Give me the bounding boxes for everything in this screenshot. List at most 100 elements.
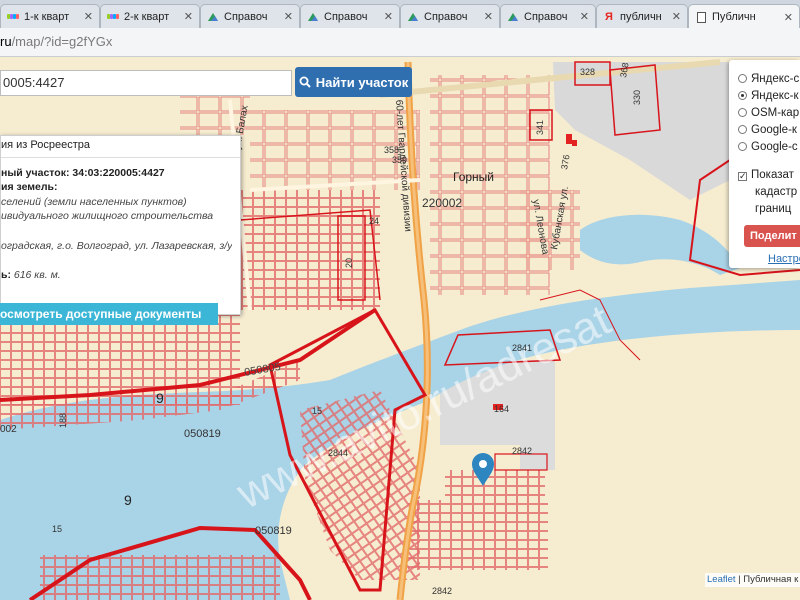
- spravochnik-icon: [307, 11, 319, 23]
- close-icon[interactable]: ✕: [284, 10, 293, 23]
- radio-button[interactable]: [738, 125, 747, 134]
- radio-button-selected[interactable]: [738, 91, 747, 100]
- place-label: Горный: [453, 170, 494, 184]
- show-cadastral-checkbox[interactable]: ✓ Показат: [738, 169, 794, 181]
- checkbox-checked-icon[interactable]: ✓: [738, 172, 747, 181]
- layer-label: Google-с: [751, 141, 798, 153]
- map-attribution: Leaflet | Публичная к: [705, 573, 800, 587]
- cadastral-number-value: 34:03:220005:4427: [72, 167, 165, 179]
- address-bar[interactable]: ru/map/?id=g2fYGx: [0, 28, 800, 57]
- browser-tab[interactable]: Я публичн ✕: [596, 4, 688, 28]
- parcel-number: 188: [58, 413, 68, 428]
- browser-tab[interactable]: 1-к кварт ✕: [0, 4, 100, 28]
- area-value: 616 кв. м.: [13, 269, 61, 281]
- browser-tab[interactable]: 2-к кварт ✕: [100, 4, 200, 28]
- parcel-number: 330: [632, 90, 642, 105]
- close-icon[interactable]: ✕: [672, 10, 681, 23]
- tab-title: Справоч: [224, 10, 268, 23]
- browser-tab[interactable]: Справоч ✕: [200, 4, 300, 28]
- layer-label: OSM-кар: [751, 107, 800, 119]
- close-icon[interactable]: ✕: [784, 11, 793, 24]
- radio-button[interactable]: [738, 74, 747, 83]
- tab-title: Справоч: [524, 10, 568, 23]
- parcel-block: [520, 190, 580, 270]
- layer-option-yandex-map[interactable]: Яндекс-к: [738, 90, 799, 102]
- parcel-number: 2844: [328, 448, 348, 458]
- url-domain: ru: [0, 34, 12, 49]
- find-plot-button-label: Найти участок: [315, 74, 409, 90]
- block-number: 050819: [184, 428, 221, 440]
- parcel-number: 15: [312, 406, 322, 416]
- browser-tab[interactable]: Справоч ✕: [300, 4, 400, 28]
- parcel-number: 9: [124, 492, 132, 508]
- parcel-block: [408, 500, 548, 570]
- layer-label: Яндекс-к: [751, 90, 799, 102]
- leaflet-link[interactable]: Leaflet: [707, 574, 736, 585]
- avito-icon: [7, 11, 19, 23]
- close-icon[interactable]: ✕: [184, 10, 193, 23]
- avito-icon: [107, 11, 119, 23]
- spravochnik-icon: [207, 11, 219, 23]
- layer-option-google-satellite[interactable]: Google-с: [738, 141, 798, 153]
- land-category-label: ия земель:: [1, 181, 58, 193]
- parcel-number: 24: [369, 216, 379, 226]
- url-path: /map/?id=g2fYGx: [11, 34, 113, 49]
- cadastral-number-row: ный участок: 34:03:220005:4427: [1, 167, 165, 179]
- find-plot-button[interactable]: Найти участок: [295, 67, 412, 97]
- layer-option-osm[interactable]: OSM-кар: [738, 107, 799, 119]
- layer-switcher-panel: Яндекс-с Яндекс-к OSM-кар Google-к Googl…: [729, 60, 800, 268]
- share-button[interactable]: Поделит: [744, 225, 800, 247]
- tab-title: Справоч: [424, 10, 468, 23]
- browser-tab-bar: 1-к кварт ✕ 2-к кварт ✕ Справоч ✕ Справо…: [0, 0, 800, 28]
- marker: [566, 134, 572, 144]
- parcel-block: [445, 470, 545, 500]
- tab-title: Справоч: [324, 10, 368, 23]
- permitted-use-value: ивидуального жилищного строительства: [1, 210, 214, 222]
- cadastral-number-input[interactable]: 0005:4427: [0, 70, 292, 96]
- url-text[interactable]: ru/map/?id=g2fYGx: [0, 32, 112, 52]
- layer-option-google-map[interactable]: Google-к: [738, 124, 797, 136]
- marker: [572, 140, 577, 146]
- close-icon[interactable]: ✕: [84, 10, 93, 23]
- parcel-number: 359: [392, 155, 407, 165]
- close-icon[interactable]: ✕: [384, 10, 393, 23]
- parcel-block: [40, 555, 280, 600]
- browser-tab[interactable]: Справоч ✕: [400, 4, 500, 28]
- parcel-number: 2841: [512, 343, 532, 353]
- popup-title: ия из Росреестра: [1, 136, 240, 158]
- rosreestr-info-popup: ия из Росреестра ный участок: 34:03:2200…: [0, 135, 241, 315]
- radio-button[interactable]: [738, 142, 747, 151]
- settings-link[interactable]: Настро: [768, 253, 800, 265]
- tab-title: публичн: [620, 10, 662, 23]
- parcel-number: 002: [0, 424, 17, 435]
- tab-title: 1-к кварт: [24, 10, 70, 23]
- radio-button[interactable]: [738, 108, 747, 117]
- parcel-number: 328: [580, 67, 595, 77]
- layer-label: Google-к: [751, 124, 797, 136]
- parcel-number: 164: [494, 404, 509, 414]
- checkbox-label: Показат: [751, 169, 794, 181]
- browser-tab[interactable]: Справоч ✕: [500, 4, 596, 28]
- block-number: 050819: [255, 525, 292, 537]
- tab-title: 2-к кварт: [124, 10, 170, 23]
- checkbox-label: кадастр: [755, 186, 798, 198]
- search-icon: [299, 76, 311, 88]
- checkbox-label: границ: [755, 203, 792, 215]
- close-icon[interactable]: ✕: [580, 10, 589, 23]
- land-category-value: селений (земли населенных пунктов): [1, 196, 187, 208]
- parcel-number: 15: [52, 524, 62, 534]
- document-icon: [695, 11, 707, 23]
- browser-tab-active[interactable]: Публичн ✕: [688, 4, 800, 28]
- yandex-icon: Я: [605, 10, 613, 23]
- view-documents-button[interactable]: осмотреть доступные документы: [0, 303, 218, 325]
- parcel-number: 9: [156, 390, 164, 406]
- layer-label: Яндекс-с: [751, 73, 800, 85]
- address-value: оградская, г.о. Волгоград, ул. Лазаревск…: [1, 240, 233, 252]
- field-label: ный участок:: [1, 167, 70, 179]
- spravochnik-icon: [507, 11, 519, 23]
- parcel-number: 20: [344, 258, 354, 268]
- parcel-number: 2842: [432, 586, 452, 596]
- close-icon[interactable]: ✕: [484, 10, 493, 23]
- spravochnik-icon: [407, 11, 419, 23]
- layer-option-yandex-satellite[interactable]: Яндекс-с: [738, 73, 799, 85]
